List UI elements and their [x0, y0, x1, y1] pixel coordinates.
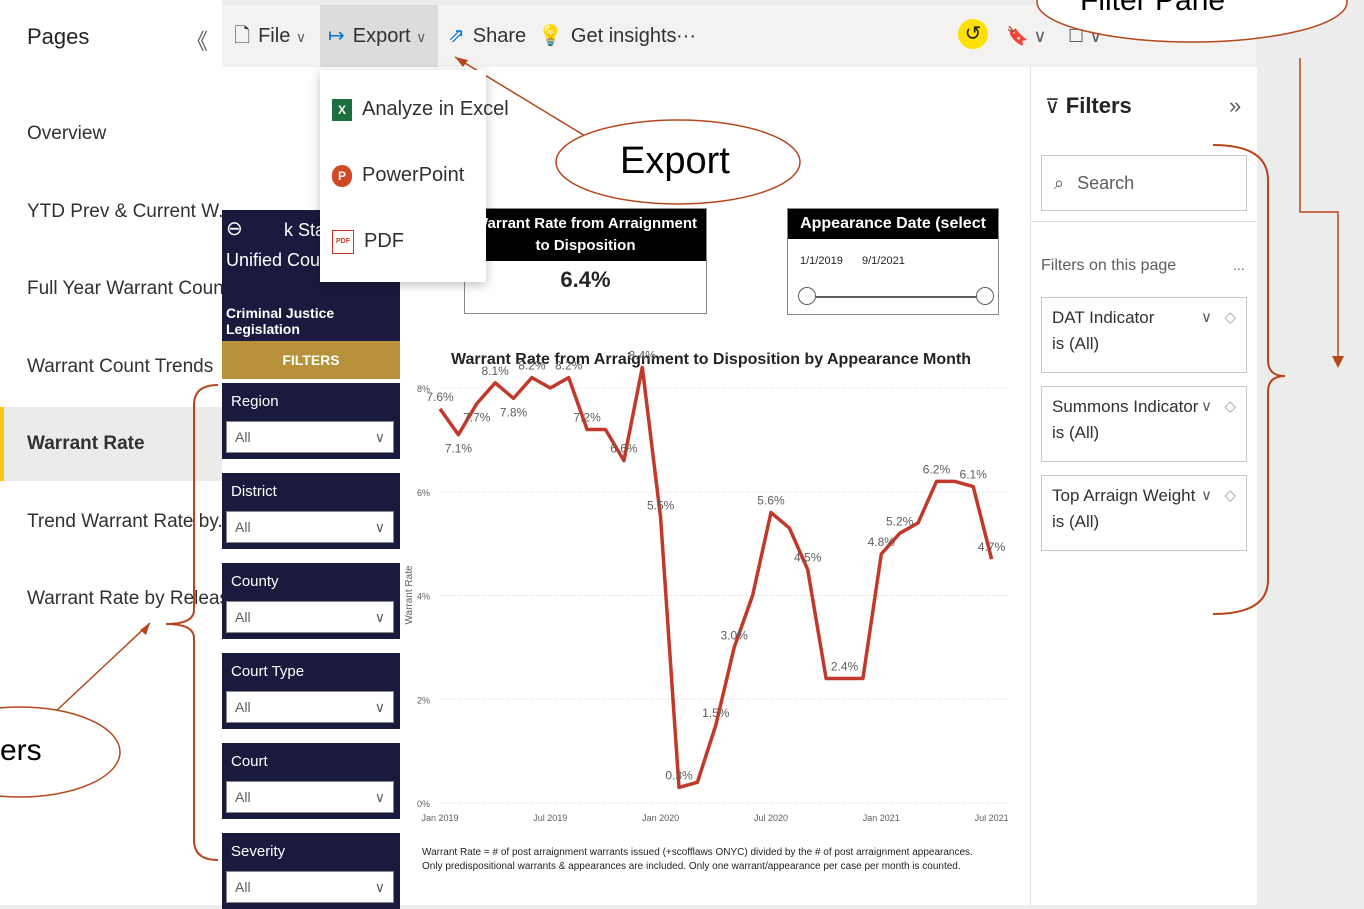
- excel-icon: X: [332, 98, 352, 121]
- export-menu-item[interactable]: PDF PDF: [320, 208, 486, 274]
- annotation-overlay: [0, 0, 1348, 861]
- pdf-icon: PDF: [332, 229, 354, 254]
- filters-callout-text: ers: [0, 734, 42, 767]
- arrow-head: [1332, 356, 1344, 368]
- filter-pane-callout-text: Filter Pane: [1080, 0, 1226, 17]
- slicers-bracket: [165, 384, 219, 861]
- arrow-head: [455, 57, 468, 67]
- export-callout-text: Export: [620, 140, 730, 182]
- arrow-head: [140, 623, 150, 635]
- filters-arrow: [54, 622, 151, 713]
- powerpoint-icon: P: [332, 164, 352, 187]
- export-menu-item[interactable]: P PowerPoint: [320, 142, 486, 208]
- export-menu-label: PowerPoint: [362, 164, 465, 186]
- filter-pane-bracket: [1212, 144, 1286, 615]
- export-menu-item[interactable]: X Analyze in Excel: [320, 76, 509, 142]
- export-dropdown: X Analyze in Excel P PowerPoint PDF PDF: [320, 70, 509, 282]
- export-menu-label: PDF: [364, 230, 404, 252]
- export-menu-label: Analyze in Excel: [362, 98, 509, 120]
- filter-pane-arrow: [1299, 58, 1339, 358]
